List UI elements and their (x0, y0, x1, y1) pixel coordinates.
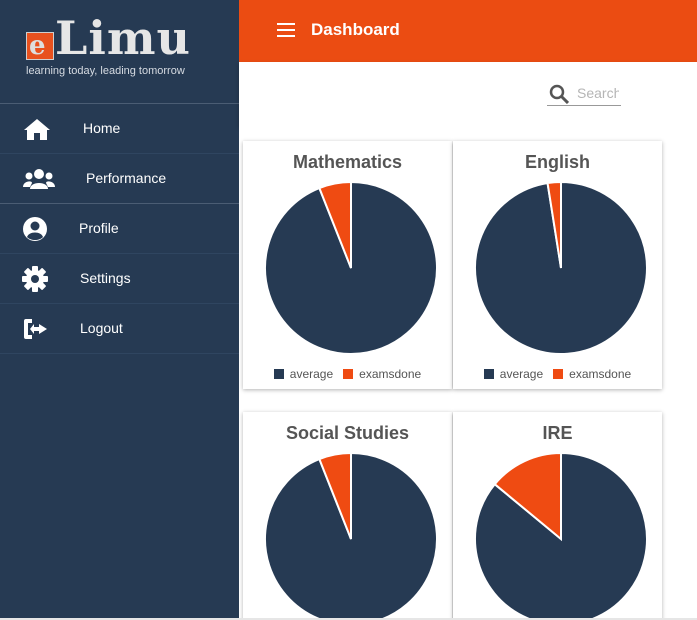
menu-icon[interactable] (277, 23, 295, 37)
dashboard-content: Mathematics average examsdone English av… (239, 126, 697, 620)
legend-swatch (483, 369, 494, 379)
toolbar (239, 62, 697, 126)
legend-label: examsdone (569, 367, 632, 381)
legend-item-average[interactable]: average (273, 367, 334, 381)
sidebar: e Limu learning today, leading tomorrow … (0, 0, 239, 620)
chart-title: Mathematics (292, 152, 403, 172)
legend-label: average (499, 367, 544, 381)
sidebar-item-performance[interactable]: Performance (0, 154, 239, 204)
pie-chart (264, 452, 438, 620)
chart-title: IRE (542, 423, 573, 443)
search-input[interactable] (577, 83, 619, 103)
search-icon[interactable] (549, 84, 570, 105)
home-icon (23, 116, 51, 142)
sidebar-item-label: Home (83, 120, 121, 136)
sidebar-item-logout[interactable]: Logout (0, 304, 239, 354)
legend-swatch (343, 369, 354, 379)
sidebar-item-home[interactable]: Home (0, 104, 239, 154)
page-title: Dashboard (311, 20, 400, 39)
sidebar-item-label: Logout (80, 320, 123, 336)
legend-label: average (289, 367, 334, 381)
chart-card: Social Studies (243, 412, 452, 620)
sidebar-item-profile[interactable]: Profile (0, 204, 239, 254)
users-icon (23, 166, 55, 192)
legend-label: examsdone (359, 367, 422, 381)
chart-card: Mathematics average examsdone (243, 141, 452, 389)
legend-item-examsdone[interactable]: examsdone (553, 367, 631, 381)
chart-legend: average examsdone (243, 367, 452, 381)
search-box (547, 82, 621, 106)
gear-icon (21, 266, 49, 292)
app: e Limu learning today, leading tomorrow … (0, 0, 697, 620)
sidebar-item-label: Settings (80, 270, 131, 286)
sidebar-item-label: Performance (86, 170, 167, 186)
legend-swatch (553, 369, 564, 379)
chart-title: English (524, 152, 590, 172)
chart-title: Social Studies (285, 423, 410, 443)
logout-icon (21, 316, 49, 342)
legend-item-examsdone[interactable]: examsdone (343, 367, 421, 381)
logo-word: Limu (55, 11, 191, 65)
chart-legend: average examsdone (453, 367, 662, 381)
logo-mark: e (26, 31, 54, 61)
user-circle-icon (21, 216, 49, 242)
legend-item-average[interactable]: average (483, 367, 544, 381)
chart-card: IRE (453, 412, 662, 620)
logo[interactable]: e Limu learning today, leading tomorrow (0, 0, 239, 104)
logo-tagline: learning today, leading tomorrow (26, 65, 185, 77)
sidebar-item-settings[interactable]: Settings (0, 254, 239, 304)
pie-chart (474, 181, 648, 355)
top-bar: Dashboard (239, 0, 697, 62)
pie-chart (474, 452, 648, 620)
chart-card: English average examsdone (453, 141, 662, 389)
logo-letter: e (29, 31, 46, 61)
pie-chart (264, 181, 438, 355)
legend-swatch (273, 369, 284, 379)
sidebar-item-label: Profile (79, 220, 119, 236)
